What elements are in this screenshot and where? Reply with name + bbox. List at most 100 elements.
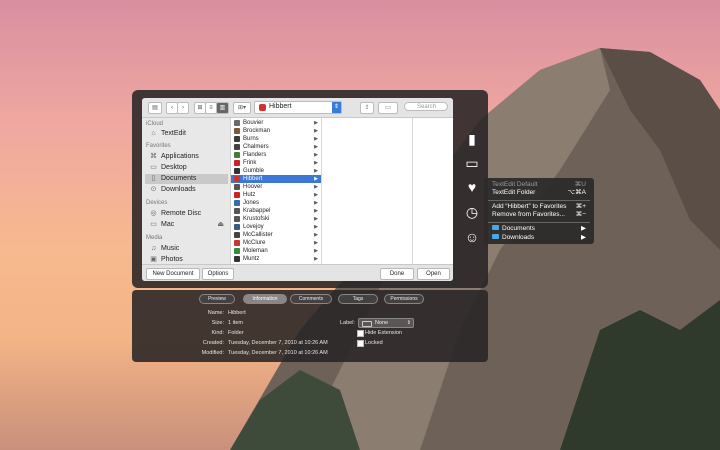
clock-icon[interactable]: ◷: [463, 203, 481, 221]
chevron-right-icon: ▶: [314, 232, 318, 238]
display-icon[interactable]: ▭: [463, 154, 481, 172]
sidebar-item-downloads[interactable]: ⊙ Downloads: [145, 185, 228, 195]
sidebar-item-label: Applications: [161, 153, 199, 160]
path-popup[interactable]: Hibbert ⇕: [254, 101, 342, 114]
folder-name: Jones: [243, 200, 260, 206]
folder-icon: [234, 192, 240, 198]
folder-icon: [234, 128, 240, 134]
locked-checkbox[interactable]: [357, 340, 364, 347]
sidebar-item-desktop[interactable]: ▭ Desktop: [145, 163, 228, 173]
chevron-right-icon: ▶: [314, 200, 318, 206]
folder-row[interactable]: Bouvier ▶: [231, 119, 321, 127]
folder-name: Hutz: [243, 192, 256, 198]
open-dialog: ▤ ‹ › ⊞ ≡ ▥ ⊞▾ Hibbert ⇕ ⇪ ▭ Search iClo…: [142, 98, 453, 281]
eject-icon[interactable]: ⏏: [217, 220, 224, 230]
chevron-right-icon: ▶: [314, 144, 318, 150]
folder-row[interactable]: Muntz ▶: [231, 255, 321, 263]
sidebar-item-applications[interactable]: ⌘ Applications: [145, 152, 228, 162]
folder-name: McClure: [243, 240, 266, 246]
label-swatch-icon: [362, 321, 372, 327]
sidebar-item-documents[interactable]: ▯ Documents: [145, 174, 228, 184]
dialog-toolbar: ▤ ‹ › ⊞ ≡ ▥ ⊞▾ Hibbert ⇕ ⇪ ▭ Search: [142, 98, 453, 118]
menu-item-remove-favorite[interactable]: Remove from Favorites... ⌘−: [492, 211, 590, 219]
folder-row[interactable]: Hibbert ▶: [231, 175, 321, 183]
label-popup[interactable]: None ⇕: [358, 318, 414, 328]
folder-row[interactable]: McClure ▶: [231, 239, 321, 247]
menu-item-add-favorite[interactable]: Add “Hibbert” to Favorites ⌘+: [492, 203, 590, 211]
folder-icon: [492, 234, 499, 239]
music-icon: ♫: [150, 245, 157, 252]
search-input[interactable]: Search: [404, 102, 448, 111]
chevron-right-icon: ▶: [581, 234, 586, 241]
menu-separator: [488, 200, 590, 201]
folder-row[interactable]: McCallister ▶: [231, 231, 321, 239]
chevron-right-icon: ▶: [581, 225, 586, 232]
folder-row[interactable]: Lovejoy ▶: [231, 223, 321, 231]
sidebar-item-remote-disc[interactable]: ◎ Remote Disc: [145, 209, 228, 219]
context-menu: TextEdit Default ⌘U TextEdit Folder ⌥⌘A Ad…: [484, 178, 594, 244]
arrange-button[interactable]: ⊞▾: [233, 102, 251, 114]
sidebar-item-label: TextEdit: [161, 130, 186, 137]
column-view-button[interactable]: ▥: [216, 102, 229, 114]
folder-icon[interactable]: ▮: [463, 130, 481, 148]
folder-name: Muntz: [243, 256, 260, 262]
menu-shortcut: ⌥⌘A: [567, 189, 586, 196]
folder-row[interactable]: Krabappel ▶: [231, 207, 321, 215]
menu-item-label: Add “Hibbert” to Favorites: [492, 203, 567, 210]
folder-row[interactable]: Flanders ▶: [231, 151, 321, 159]
sidebar-toggle-button[interactable]: ▤: [148, 102, 162, 114]
info-created-key: Created:: [202, 340, 224, 346]
sidebar-item-mac[interactable]: ▭ Mac ⏏: [145, 220, 228, 230]
folder-row[interactable]: Frink ▶: [231, 159, 321, 167]
sidebar-item-label: Music: [161, 245, 180, 252]
sidebar-item-label: Remote Disc: [161, 210, 202, 217]
tab-preview[interactable]: Preview: [199, 294, 235, 304]
folder-name: Lovejoy: [243, 224, 264, 230]
tab-information[interactable]: Information: [243, 294, 287, 304]
label-key: Label:: [340, 320, 355, 326]
chevron-right-icon: ▶: [314, 184, 318, 190]
sidebar-item-textedit[interactable]: ⌂ TextEdit: [145, 129, 228, 139]
folder-row[interactable]: Hutz ▶: [231, 191, 321, 199]
photos-icon: ▣: [150, 256, 157, 263]
sidebar-item-label: Documents: [161, 175, 197, 182]
menu-item-downloads[interactable]: Downloads ▶: [492, 234, 590, 242]
options-button[interactable]: Options: [202, 268, 234, 280]
folder-row[interactable]: Chalmers ▶: [231, 143, 321, 151]
folder-row[interactable]: Brockman ▶: [231, 127, 321, 135]
share-button[interactable]: ⇪: [360, 102, 374, 114]
sidebar-item-music[interactable]: ♫ Music: [145, 244, 228, 254]
menu-item-textedit-folder[interactable]: TextEdit Folder ⌥⌘A: [492, 189, 590, 197]
tab-comments[interactable]: Comments: [290, 294, 332, 304]
hide-extension-label: Hide Extension: [365, 330, 402, 336]
sidebar-item-label: Desktop: [161, 164, 187, 171]
info-size-key: Size:: [211, 320, 224, 326]
dialog-bottom-bar: New Document Options Done Open: [142, 264, 453, 281]
folder-icon: [234, 184, 240, 190]
chevron-right-icon: ▶: [314, 128, 318, 134]
menu-item-documents[interactable]: Documents ▶: [492, 225, 590, 233]
heart-icon[interactable]: ♥: [463, 178, 481, 196]
tab-tags[interactable]: Tags: [338, 294, 378, 304]
folder-row[interactable]: Gumble ▶: [231, 167, 321, 175]
tag-button[interactable]: ▭: [378, 102, 398, 114]
new-document-button[interactable]: New Document: [146, 268, 200, 280]
chevron-right-icon: ▶: [314, 240, 318, 246]
hide-extension-checkbox[interactable]: [357, 330, 364, 337]
menu-item-label: Documents: [502, 225, 535, 232]
folder-icon: [234, 248, 240, 254]
chevron-down-icon: ⇕: [332, 102, 341, 113]
folder-row[interactable]: Hoover ▶: [231, 183, 321, 191]
menu-item-textedit-default[interactable]: TextEdit Default ⌘U: [492, 181, 590, 189]
folder-row[interactable]: Krustofski ▶: [231, 215, 321, 223]
forward-button[interactable]: ›: [177, 102, 189, 114]
open-button[interactable]: Open: [417, 268, 450, 280]
sidebar-section-title: Devices: [146, 200, 168, 206]
folder-icon: [234, 208, 240, 214]
folder-row[interactable]: Moleman ▶: [231, 247, 321, 255]
finder-icon[interactable]: ☺: [463, 228, 481, 246]
done-button[interactable]: Done: [380, 268, 414, 280]
folder-row[interactable]: Burns ▶: [231, 135, 321, 143]
folder-row[interactable]: Jones ▶: [231, 199, 321, 207]
tab-permissions[interactable]: Permissions: [384, 294, 424, 304]
